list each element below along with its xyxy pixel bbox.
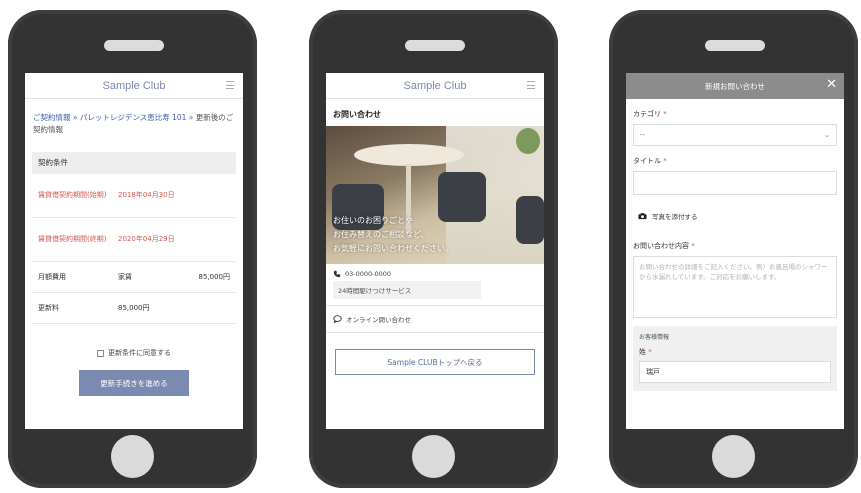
new-inquiry-screen: 新規お問い合わせ ✕ カテゴリ * -- ⌄ タイトル * 写真を添付する お問…	[626, 73, 844, 429]
phone-number[interactable]: 03-0000-0000	[345, 270, 391, 278]
content-label: お問い合わせ内容 *	[626, 231, 844, 256]
online-inquiry-link[interactable]: オンライン問い合わせ	[326, 305, 544, 333]
category-label-text: カテゴリ	[633, 110, 661, 118]
close-icon[interactable]: ✕	[826, 77, 837, 93]
title-label-text: タイトル	[633, 157, 661, 165]
category-select[interactable]: -- ⌄	[633, 124, 837, 146]
menu-icon[interactable]	[226, 81, 234, 89]
agree-row: 更新条件に同意する	[25, 348, 243, 358]
service-label: 24時間駆けつけサービス	[333, 281, 481, 299]
hero-plant	[516, 128, 540, 154]
term-value: 家賃	[118, 272, 132, 281]
title-label: タイトル *	[626, 146, 844, 171]
phone-mockup-renewal: Sample Club ご契約情報 » パレットレジデンス恵比寿 101 » 更…	[8, 10, 257, 488]
content-textarea[interactable]: お問い合わせの詳細をご記入ください。例）お風呂場のシャワーから水漏れしています。…	[633, 256, 837, 318]
hero-table	[354, 144, 464, 166]
modal-title: 新規お問い合わせ	[705, 81, 765, 91]
term-label: 賃貸借契約期間(始期)	[38, 191, 107, 199]
phone-contact: 03-0000-0000 24時間駆けつけサービス	[326, 264, 544, 305]
required-mark: *	[691, 242, 695, 250]
hero-caption: お住いのお困りごとや お住み替えのご相談など、 お気軽にお問い合わせください。	[333, 214, 453, 256]
term-label: 賃貸借契約期間(終期)	[38, 235, 107, 243]
term-value: 2020年04月29日	[118, 235, 175, 243]
phone-mockup-contact: Sample Club お問い合わせ お住いのお困りごとや お住み替えのご相談な…	[309, 10, 558, 488]
phone-speaker	[405, 40, 465, 51]
term-value: 85,000円	[118, 303, 150, 312]
phone-home-button	[412, 435, 455, 478]
app-header: Sample Club	[326, 73, 544, 99]
hero-image: お住いのお困りごとや お住み替えのご相談など、 お気軽にお問い合わせください。	[326, 126, 544, 264]
menu-icon[interactable]	[527, 81, 535, 89]
hero-line: お気軽にお問い合わせください。	[333, 244, 453, 253]
hero-line: お住いのお困りごとや	[333, 216, 413, 225]
breadcrumb: ご契約情報 » パレットレジデンス恵比寿 101 » 更新後のご契約情報	[25, 99, 243, 146]
app-title: Sample Club	[403, 79, 467, 92]
app-header: Sample Club	[25, 73, 243, 99]
breadcrumb-link[interactable]: ご契約情報 » パレットレジデンス恵比寿 101 »	[33, 113, 193, 122]
required-mark: *	[663, 110, 667, 118]
term-label: 月額費用	[38, 272, 66, 281]
hero-line: お住み替えのご相談など、	[333, 230, 429, 239]
term-row-renewal-fee: 更新料 85,000円	[32, 293, 236, 324]
surname-label: 姓 *	[639, 347, 831, 357]
agree-label[interactable]: 更新条件に同意する	[108, 348, 171, 358]
back-to-top-button[interactable]: Sample CLUBトップへ戻る	[335, 349, 535, 375]
term-row-end: 賃貸借契約期間(終期) 2020年04月29日	[32, 218, 236, 262]
phone-mockup-new-inquiry: 新規お問い合わせ ✕ カテゴリ * -- ⌄ タイトル * 写真を添付する お問…	[609, 10, 858, 488]
term-row-start: 賃貸借契約期間(始期) 2018年04月30日	[32, 174, 236, 218]
camera-icon	[638, 213, 647, 220]
category-value: --	[640, 131, 646, 139]
surname-label-text: 姓	[639, 348, 646, 356]
section-title-contract-terms: 契約条件	[32, 152, 236, 174]
attach-photo-label[interactable]: 写真を添付する	[652, 211, 698, 221]
customer-info-section: お客様情報 姓 * 瑞戸	[633, 326, 837, 391]
phone-home-button	[111, 435, 154, 478]
renewal-screen: Sample Club ご契約情報 » パレットレジデンス恵比寿 101 » 更…	[25, 73, 243, 429]
required-mark: *	[648, 348, 652, 356]
phone-line[interactable]: 03-0000-0000	[333, 270, 537, 278]
phone-icon	[333, 270, 341, 278]
content-label-text: お問い合わせ内容	[633, 242, 689, 250]
title-input[interactable]	[633, 171, 837, 195]
required-mark: *	[663, 157, 667, 165]
mockup-stage: Sample Club ご契約情報 » パレットレジデンス恵比寿 101 » 更…	[0, 0, 861, 493]
proceed-renewal-button[interactable]: 更新手続きを進める	[79, 370, 189, 396]
chat-bubble-icon	[333, 315, 342, 323]
surname-input[interactable]: 瑞戸	[639, 361, 831, 383]
term-value: 2018年04月30日	[118, 191, 175, 199]
agree-checkbox[interactable]	[97, 349, 104, 357]
customer-section-title: お客様情報	[639, 334, 670, 341]
term-amount: 85,000円	[198, 272, 231, 281]
contact-screen: Sample Club お問い合わせ お住いのお困りごとや お住み替えのご相談な…	[326, 73, 544, 429]
page-title: お問い合わせ	[333, 110, 381, 119]
phone-speaker	[705, 40, 765, 51]
phone-speaker	[104, 40, 164, 51]
attach-photo-link[interactable]: 写真を添付する	[626, 195, 844, 231]
category-label: カテゴリ *	[626, 99, 844, 124]
chevron-down-icon: ⌄	[824, 131, 830, 139]
phone-home-button	[712, 435, 755, 478]
app-title: Sample Club	[102, 79, 166, 92]
term-label: 更新料	[38, 303, 59, 312]
hero-chair	[516, 196, 544, 244]
online-inquiry-label[interactable]: オンライン問い合わせ	[346, 314, 411, 324]
term-row-monthly: 月額費用 家賃 85,000円	[32, 262, 236, 293]
modal-header: 新規お問い合わせ ✕	[626, 73, 844, 99]
